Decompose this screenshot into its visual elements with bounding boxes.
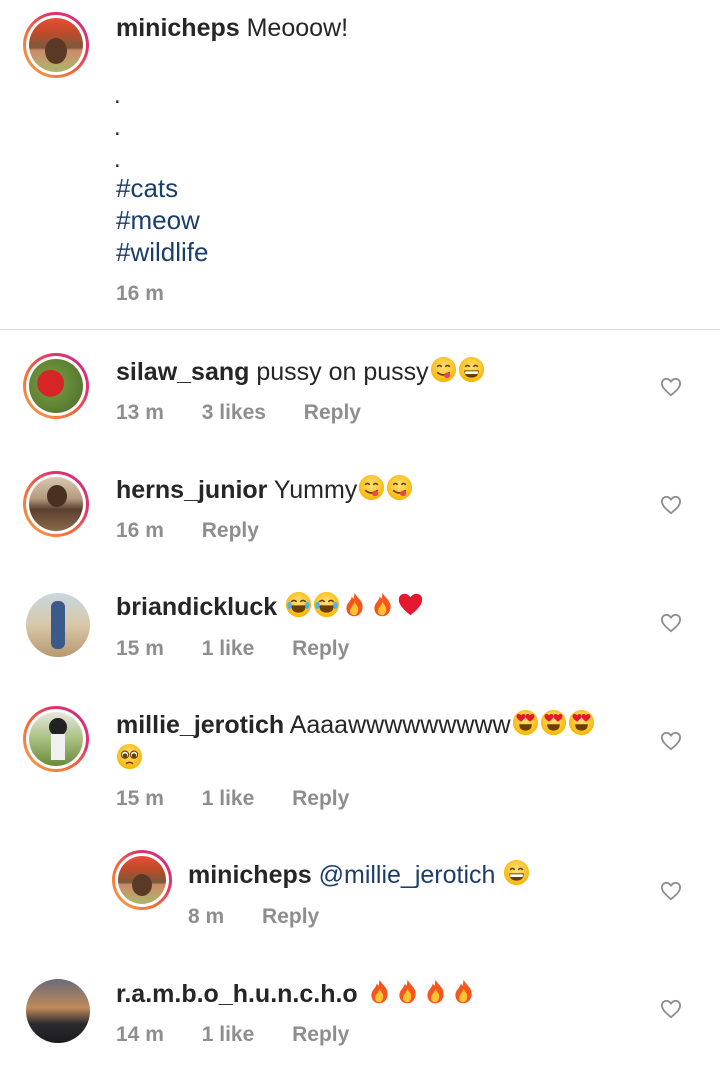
comment-likes[interactable]: 1 like (202, 637, 255, 661)
comment-text: Aaaawwwwwwwww (289, 711, 511, 739)
reply-button[interactable]: Reply (262, 905, 319, 929)
comment-username[interactable]: silaw_sang (116, 358, 249, 386)
joy-emoji (285, 591, 312, 618)
avatar[interactable] (26, 979, 90, 1043)
caption-username[interactable]: minicheps (116, 14, 240, 42)
caption-dot: . (114, 114, 121, 141)
avatar[interactable] (112, 850, 172, 910)
comment-time: 16 m (116, 519, 164, 542)
fire-emoji (450, 978, 477, 1005)
like-heart-icon[interactable] (660, 495, 682, 515)
like-heart-icon[interactable] (660, 881, 682, 901)
hashtag-link[interactable]: #meow (116, 204, 200, 236)
comment-time: 8 m (188, 905, 225, 928)
joy-emoji (313, 591, 340, 618)
heart-eyes-emoji (568, 709, 595, 736)
comment-likes[interactable]: 1 like (202, 1023, 255, 1047)
fire-emoji (422, 978, 449, 1005)
comment-time: 13 m (116, 401, 164, 424)
comment-likes[interactable]: 3 likes (202, 401, 266, 425)
grin-emoji (503, 859, 530, 886)
avatar[interactable] (23, 12, 89, 78)
comment-time: 15 m (116, 787, 164, 810)
heart-emoji (397, 591, 424, 618)
yum-emoji (430, 356, 457, 383)
comment-likes[interactable]: 1 like (202, 787, 255, 811)
mention-link[interactable]: @millie_jerotich (319, 861, 496, 889)
fire-emoji (366, 978, 393, 1005)
comment-username[interactable]: briandickluck (116, 593, 277, 621)
like-heart-icon[interactable] (660, 999, 682, 1019)
reply-button[interactable]: Reply (292, 1023, 349, 1047)
like-heart-icon[interactable] (660, 377, 682, 397)
caption-dot: . (114, 146, 121, 173)
comment-username[interactable]: millie_jerotich (116, 711, 284, 739)
avatar[interactable] (23, 706, 89, 772)
pleading-emoji (116, 743, 143, 770)
fire-emoji (394, 978, 421, 1005)
divider (0, 329, 720, 330)
reply-button[interactable]: Reply (202, 519, 259, 543)
heart-eyes-emoji (540, 709, 567, 736)
fire-emoji (369, 591, 396, 618)
fire-emoji (341, 591, 368, 618)
yum-emoji (386, 474, 413, 501)
reply-button[interactable]: Reply (304, 401, 361, 425)
heart-eyes-emoji (512, 709, 539, 736)
comment-text: pussy on pussy (256, 358, 429, 386)
like-heart-icon[interactable] (660, 731, 682, 751)
comment-time: 15 m (116, 637, 164, 660)
comment-username[interactable]: herns_junior (116, 476, 267, 504)
avatar[interactable] (26, 593, 90, 657)
reply-button[interactable]: Reply (292, 787, 349, 811)
grin-emoji (458, 356, 485, 383)
caption-time: 16 m (116, 282, 164, 305)
hashtag-link[interactable]: #wildlife (116, 236, 209, 268)
reply-button[interactable]: Reply (292, 637, 349, 661)
comment-username[interactable]: r.a.m.b.o_h.u.n.c.h.o (116, 980, 358, 1008)
avatar[interactable] (23, 353, 89, 419)
like-heart-icon[interactable] (660, 613, 682, 633)
comment-username[interactable]: minicheps (188, 861, 312, 889)
caption-dot: . (114, 82, 121, 109)
caption-text: Meooow! (246, 14, 349, 42)
hashtag-link[interactable]: #cats (116, 172, 178, 204)
comment-text: Yummy (273, 476, 358, 504)
yum-emoji (358, 474, 385, 501)
avatar[interactable] (23, 471, 89, 537)
comment-time: 14 m (116, 1023, 164, 1046)
